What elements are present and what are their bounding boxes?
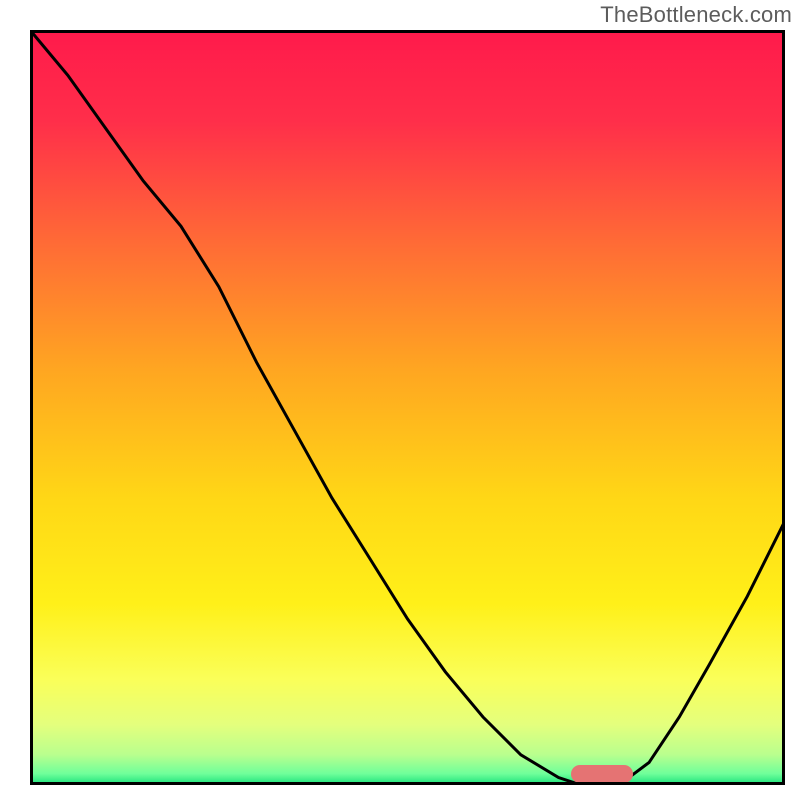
plot-frame: [30, 30, 785, 785]
